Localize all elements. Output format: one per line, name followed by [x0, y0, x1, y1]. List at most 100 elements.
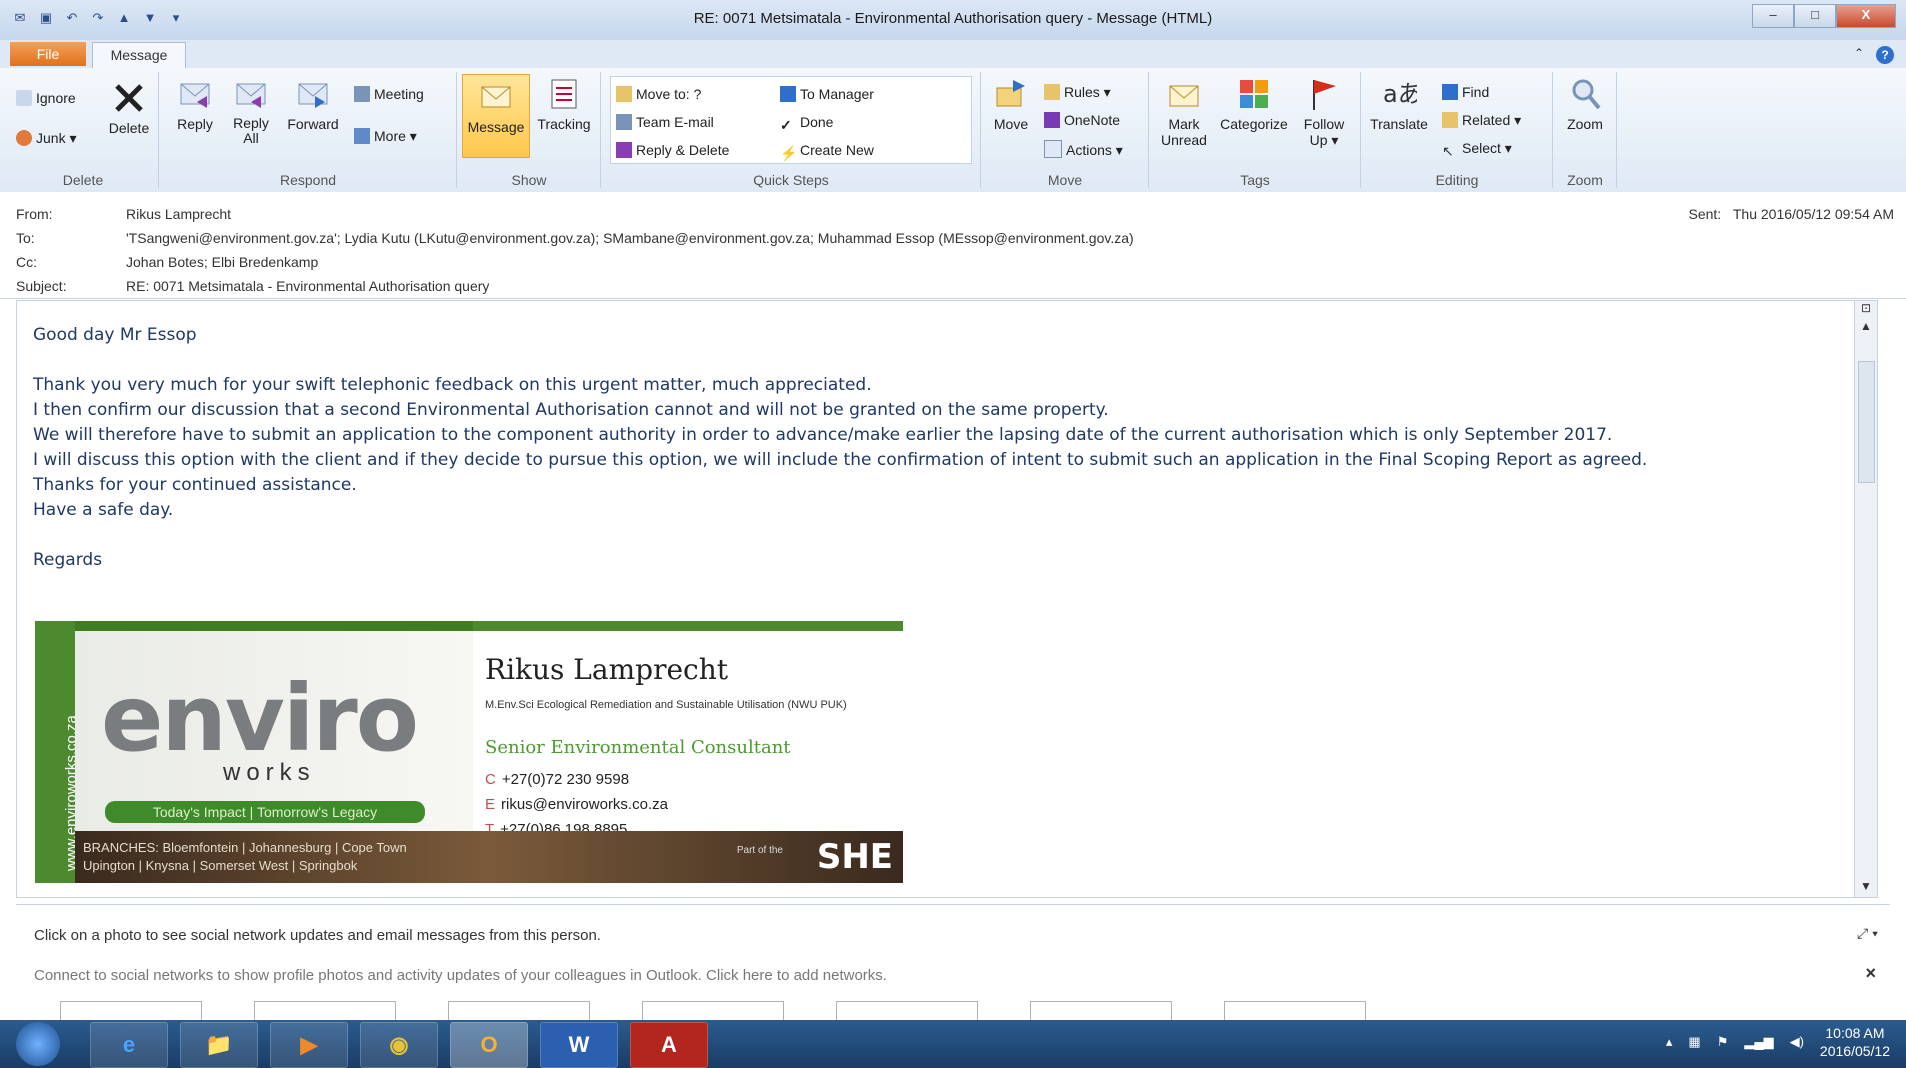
- tracking-button[interactable]: Tracking: [532, 76, 596, 132]
- cursor-icon: ↖: [1442, 143, 1454, 159]
- tags-group: Mark Unread Categorize Follow Up ▾ Tags: [1150, 72, 1361, 188]
- system-clock[interactable]: 10:08 AM 2016/05/12: [1820, 1024, 1890, 1060]
- internet-explorer-icon[interactable]: e: [90, 1022, 168, 1068]
- move-group: Move Rules ▾ OneNote Actions ▾ Move: [982, 72, 1149, 188]
- signature-branches: BRANCHES: Bloemfontein | Johannesburg | …: [75, 831, 903, 883]
- meeting-button[interactable]: Meeting: [354, 86, 424, 102]
- zoom-group-label: Zoom: [1567, 172, 1603, 188]
- social-connector-pane: Click on a photo to see social network u…: [16, 904, 1890, 1021]
- from-row: From: Rikus Lamprecht: [16, 206, 232, 222]
- rules-button[interactable]: Rules ▾: [1044, 84, 1111, 101]
- minimize-button[interactable]: –: [1752, 4, 1794, 28]
- signature-email[interactable]: Erikus@enviroworks.co.za: [485, 796, 668, 813]
- reply-all-icon: [236, 83, 266, 108]
- volume-icon[interactable]: ◀): [1790, 1034, 1804, 1050]
- follow-up-button[interactable]: Follow Up ▾: [1294, 76, 1354, 148]
- folder-icon: [616, 86, 632, 102]
- delete-group: Ignore Junk ▾ Delete Delete: [8, 72, 159, 188]
- photo-slot[interactable]: [642, 1001, 784, 1020]
- enviroworks-logo: enviro works Today's Impact | Tomorrow's…: [75, 621, 473, 841]
- start-button[interactable]: [16, 1022, 60, 1066]
- quickstep-to-manager[interactable]: To Manager: [780, 86, 874, 102]
- social-expand-icon[interactable]: ⤢ ▾: [1857, 925, 1878, 942]
- reply-all-button[interactable]: Reply All: [226, 76, 276, 146]
- photo-slot[interactable]: [836, 1001, 978, 1020]
- file-explorer-icon[interactable]: 📁: [180, 1022, 258, 1068]
- cc-value[interactable]: Johan Botes; Elbi Bredenkamp: [126, 254, 318, 270]
- forward-button[interactable]: Forward: [280, 76, 346, 132]
- body-line: Thank you very much for your swift telep…: [33, 375, 872, 395]
- social-connect-link[interactable]: Connect to social networks to show profi…: [34, 967, 887, 984]
- ribbon-tabs: File Message ⌃ ?: [0, 40, 1906, 69]
- tracking-icon: [551, 79, 577, 109]
- reading-pane-icon[interactable]: ⊡: [1855, 301, 1877, 319]
- reply-icon: [180, 83, 210, 108]
- mark-unread-button[interactable]: Mark Unread: [1154, 76, 1214, 148]
- signal-icon[interactable]: ▂▄▆: [1744, 1034, 1773, 1050]
- tab-message[interactable]: Message: [92, 42, 186, 68]
- photo-slot[interactable]: [448, 1001, 590, 1020]
- chrome-icon[interactable]: ◉: [360, 1022, 438, 1068]
- message-view-button[interactable]: Message: [462, 74, 530, 158]
- people-photo-slots: [60, 1001, 1366, 1020]
- signature-details: Rikus Lamprecht M.Env.Sci Ecological Rem…: [473, 621, 903, 841]
- outlook-taskbar-icon[interactable]: O: [450, 1022, 528, 1068]
- social-close-icon[interactable]: ×: [1865, 963, 1876, 984]
- vertical-scrollbar[interactable]: ⊡ ▲ ▼: [1854, 301, 1877, 897]
- quickstep-reply-delete[interactable]: Reply & Delete: [616, 142, 729, 158]
- photo-slot[interactable]: [1224, 1001, 1366, 1020]
- more-respond-button[interactable]: More ▾: [354, 128, 417, 145]
- respond-group-label: Respond: [279, 172, 337, 188]
- maximize-button[interactable]: □: [1794, 4, 1836, 28]
- signature-website[interactable]: www.enviroworks.co.za: [35, 621, 80, 883]
- scroll-down-arrow[interactable]: ▼: [1855, 879, 1877, 897]
- find-button[interactable]: Find: [1442, 84, 1489, 100]
- forward-icon: [298, 83, 328, 108]
- tags-group-label: Tags: [1240, 172, 1270, 188]
- move-icon: [996, 80, 1025, 107]
- actions-button[interactable]: Actions ▾: [1044, 140, 1123, 159]
- ignore-button[interactable]: Ignore: [16, 90, 76, 106]
- photo-slot[interactable]: [1030, 1001, 1172, 1020]
- quickstep-done[interactable]: ✓ Done: [780, 114, 833, 133]
- close-button[interactable]: X: [1836, 4, 1896, 28]
- to-value[interactable]: 'TSangweni@environment.gov.za'; Lydia Ku…: [126, 230, 1134, 246]
- from-value[interactable]: Rikus Lamprecht: [126, 206, 231, 222]
- ribbon: Ignore Junk ▾ Delete Delete Reply Reply …: [0, 68, 1906, 193]
- acrobat-icon[interactable]: A: [630, 1022, 708, 1068]
- photo-slot[interactable]: [254, 1001, 396, 1020]
- reply-delete-icon: [616, 142, 632, 158]
- show-hidden-icons-icon[interactable]: ▴: [1666, 1034, 1673, 1050]
- quickstep-move-to[interactable]: Move to: ?: [616, 86, 701, 102]
- onenote-button[interactable]: OneNote: [1044, 112, 1120, 128]
- tab-file[interactable]: File: [10, 42, 86, 66]
- ribbon-collapse-icon[interactable]: ⌃: [1854, 46, 1864, 64]
- scroll-up-arrow[interactable]: ▲: [1855, 319, 1877, 337]
- select-button[interactable]: ↖ Select ▾: [1442, 140, 1512, 159]
- body-line: Thanks for your continued assistance.: [33, 475, 357, 495]
- delete-button[interactable]: Delete: [104, 80, 154, 136]
- translate-icon: aあ: [1383, 80, 1417, 108]
- related-button[interactable]: Related ▾: [1442, 112, 1521, 129]
- help-icon[interactable]: ?: [1876, 46, 1894, 64]
- zoom-button[interactable]: Zoom: [1558, 76, 1612, 132]
- word-icon[interactable]: W: [540, 1022, 618, 1068]
- junk-button[interactable]: Junk ▾: [16, 130, 77, 147]
- svg-text:aあ: aあ: [1383, 80, 1417, 108]
- photo-slot[interactable]: [60, 1001, 202, 1020]
- message-body[interactable]: Good day Mr Essop Thank you very much fo…: [16, 300, 1878, 898]
- ignore-icon: [16, 90, 32, 106]
- quickstep-team-email[interactable]: Team E-mail: [616, 114, 714, 130]
- scroll-thumb[interactable]: [1858, 361, 1875, 483]
- action-center-flag-icon[interactable]: ⚑: [1717, 1034, 1729, 1050]
- network-icon[interactable]: ▦: [1688, 1034, 1700, 1050]
- move-button[interactable]: Move: [986, 76, 1036, 132]
- quickstep-create-new[interactable]: ⚡ Create New: [780, 142, 874, 161]
- media-player-icon[interactable]: ▶: [270, 1022, 348, 1068]
- quick-steps-group: Move to: ? Team E-mail Reply & Delete To…: [602, 72, 981, 188]
- greeting: Good day Mr Essop: [33, 325, 197, 345]
- translate-button[interactable]: aあ Translate: [1366, 76, 1432, 132]
- related-icon: [1442, 112, 1458, 128]
- reply-button[interactable]: Reply: [170, 76, 220, 132]
- categorize-button[interactable]: Categorize: [1216, 76, 1292, 132]
